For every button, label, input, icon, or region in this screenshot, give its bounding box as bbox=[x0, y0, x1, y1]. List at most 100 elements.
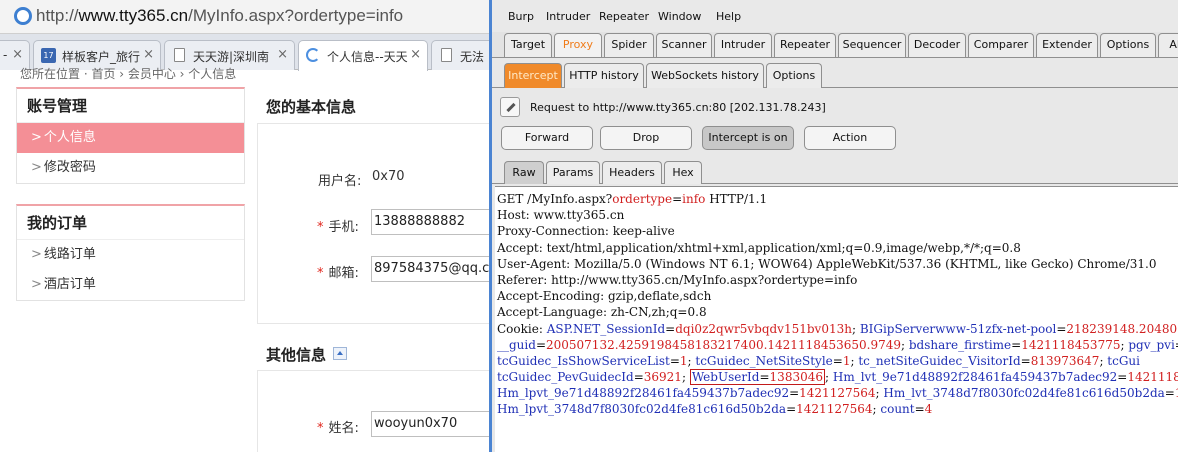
tab-http-history[interactable]: HTTP history bbox=[564, 63, 644, 88]
tab-raw[interactable]: Raw bbox=[504, 161, 544, 184]
cookie-line-4: tcGuidec_PevGuidecId=36921; WebUserId=13… bbox=[497, 369, 1178, 386]
header-cookie: Cookie: ASP.NET_SessionId=dqi0z2qwr5vbqd… bbox=[497, 321, 1178, 336]
sidebar-item-hotel-orders[interactable]: > 酒店订单 bbox=[17, 270, 244, 300]
tab-spider[interactable]: Spider bbox=[604, 33, 654, 57]
name-label: * 姓名: bbox=[317, 417, 359, 436]
browser-tab-4[interactable]: 无法 bbox=[431, 40, 492, 70]
webuserid-highlight: WebUserId=1383046 bbox=[689, 369, 825, 386]
menu-window[interactable]: Window bbox=[658, 10, 701, 23]
tab-label: - bbox=[3, 48, 8, 62]
header-host: Host: www.tty365.cn bbox=[497, 208, 625, 223]
request-line: GET /MyInfo.aspx?ordertype=info HTTP/1.1 bbox=[497, 192, 768, 206]
sidebar-item-label: 个人信息 bbox=[43, 130, 96, 145]
required-mark: * bbox=[317, 266, 324, 281]
header-proxy-connection: Proxy-Connection: keep-alive bbox=[497, 224, 675, 239]
message-view-tab-bar: Raw Params Headers Hex bbox=[492, 160, 1178, 184]
drop-button[interactable]: Drop bbox=[600, 126, 692, 150]
tab-repeater[interactable]: Repeater bbox=[774, 33, 836, 57]
sidebar-item-personal-info[interactable]: > 个人信息 bbox=[17, 123, 244, 153]
tab-alerts[interactable]: Ale bbox=[1158, 33, 1178, 57]
name-label-text: 姓名: bbox=[328, 421, 359, 436]
browser-window: http://www.tty365.cn/MyInfo.aspx?orderty… bbox=[0, 0, 492, 452]
forward-button[interactable]: Forward bbox=[501, 126, 593, 150]
sidebar-item-label: 线路订单 bbox=[43, 247, 96, 262]
page-content: 您所在位置 · 首页 › 会员中心 › 个人信息 账号管理 > 个人信息 > 修改密… bbox=[0, 67, 492, 452]
chevron-right-icon: > bbox=[31, 160, 42, 175]
pencil-icon[interactable] bbox=[500, 97, 520, 117]
tab-options[interactable]: Options bbox=[1100, 33, 1156, 57]
badge-icon: 17 bbox=[41, 48, 56, 63]
tab-label: 天天游|深圳南 bbox=[193, 50, 270, 64]
url-path: /MyInfo.aspx?ordertype=info bbox=[188, 6, 404, 25]
address-bar[interactable]: http://www.tty365.cn/MyInfo.aspx?orderty… bbox=[0, 0, 492, 34]
close-icon[interactable]: × bbox=[410, 47, 421, 62]
tab-scanner[interactable]: Scanner bbox=[656, 33, 712, 57]
header-referer: Referer: http://www.tty365.cn/MyInfo.asp… bbox=[497, 272, 858, 287]
close-icon[interactable]: × bbox=[12, 47, 23, 62]
tab-headers[interactable]: Headers bbox=[602, 161, 662, 184]
close-icon[interactable]: × bbox=[143, 47, 154, 62]
tab-intercept[interactable]: Intercept bbox=[504, 63, 562, 88]
tab-label: 样板客户_旅行 bbox=[62, 50, 141, 64]
phone-input[interactable]: 13888888882 bbox=[371, 209, 492, 235]
tab-decoder[interactable]: Decoder bbox=[908, 33, 966, 57]
account-box: 账号管理 > 个人信息 > 修改密码 bbox=[16, 87, 245, 184]
sidebar-item-change-password[interactable]: > 修改密码 bbox=[17, 153, 244, 183]
tab-proxy-options[interactable]: Options bbox=[766, 63, 822, 88]
required-mark: * bbox=[317, 421, 324, 436]
other-info-title: 其他信息 bbox=[266, 346, 327, 364]
menu-intruder[interactable]: Intruder bbox=[546, 10, 590, 23]
page-icon bbox=[174, 48, 185, 62]
url-scheme: http:// bbox=[36, 6, 79, 25]
action-button[interactable]: Action bbox=[804, 126, 896, 150]
cookie-line-5: Hm_lpvt_9e71d48892f28461fa459437b7adec92… bbox=[497, 386, 1178, 401]
chevron-right-icon: > bbox=[31, 277, 42, 292]
close-icon[interactable]: × bbox=[277, 47, 288, 62]
username-value: 0x70 bbox=[372, 169, 405, 184]
tab-sequencer[interactable]: Sequencer bbox=[838, 33, 906, 57]
tab-intruder[interactable]: Intruder bbox=[714, 33, 772, 57]
orders-box-title: 我的订单 bbox=[17, 206, 244, 240]
menu-repeater[interactable]: Repeater bbox=[599, 10, 649, 23]
tab-extender[interactable]: Extender bbox=[1036, 33, 1098, 57]
email-label-text: 邮箱: bbox=[328, 266, 359, 281]
phone-label-text: 手机: bbox=[328, 220, 359, 235]
tab-label: 无法 bbox=[460, 50, 485, 64]
cookie-line-6: Hm_lpvt_3748d7f8030fc02d4fe81c616d50b2da… bbox=[497, 402, 933, 417]
menu-help[interactable]: Help bbox=[716, 10, 741, 23]
basic-info-title: 您的基本信息 bbox=[266, 98, 357, 116]
url-host: www.tty365.cn bbox=[78, 6, 189, 25]
tab-comparer[interactable]: Comparer bbox=[968, 33, 1034, 57]
phone-label: * 手机: bbox=[317, 216, 359, 235]
request-target-label: Request to http://www.tty365.cn:80 [202.… bbox=[530, 101, 826, 114]
address-url[interactable]: http://www.tty365.cn/MyInfo.aspx?orderty… bbox=[36, 6, 403, 26]
breadcrumb: 您所在位置 · 首页 › 会员中心 › 个人信息 bbox=[20, 67, 237, 81]
chevron-right-icon: > bbox=[31, 247, 42, 262]
username-label: 用户名: bbox=[318, 174, 362, 189]
header-user-agent: User-Agent: Mozilla/5.0 (Windows NT 6.1;… bbox=[497, 256, 1157, 271]
page-icon bbox=[441, 48, 452, 62]
required-mark: * bbox=[317, 220, 324, 235]
chevron-right-icon: > bbox=[31, 130, 42, 145]
main-tab-bar: Target Proxy Spider Scanner Intruder Rep… bbox=[492, 32, 1178, 58]
email-input[interactable]: 897584375@qq.com bbox=[371, 256, 492, 282]
name-input[interactable]: wooyun0x70 bbox=[371, 411, 492, 437]
sidebar-item-label: 修改密码 bbox=[43, 160, 96, 175]
header-accept: Accept: text/html,application/xhtml+xml,… bbox=[497, 240, 1021, 255]
orders-box: 我的订单 > 线路订单 > 酒店订单 bbox=[16, 204, 245, 301]
header-accept-encoding: Accept-Encoding: gzip,deflate,sdch bbox=[497, 289, 712, 304]
tab-proxy[interactable]: Proxy bbox=[554, 33, 602, 57]
tab-label: 个人信息--天天 bbox=[327, 50, 408, 64]
intercept-toggle-button[interactable]: Intercept is on bbox=[702, 126, 794, 150]
sidebar-item-tour-orders[interactable]: > 线路订单 bbox=[17, 240, 244, 270]
tab-params[interactable]: Params bbox=[546, 161, 600, 184]
menu-burp[interactable]: Burp bbox=[508, 10, 534, 23]
browser-tab-3[interactable]: 个人信息--天天 × bbox=[298, 40, 428, 71]
raw-request-editor[interactable]: GET /MyInfo.aspx?ordertype=info HTTP/1.1… bbox=[495, 186, 1178, 452]
tab-websockets-history[interactable]: WebSockets history bbox=[646, 63, 764, 88]
tab-target[interactable]: Target bbox=[504, 33, 552, 57]
cookie-line-3: tcGuidec_IsShowServiceList=1; tcGuidec_N… bbox=[497, 353, 1140, 368]
globe-icon bbox=[14, 7, 32, 25]
collapse-up-icon[interactable] bbox=[333, 347, 347, 360]
tab-hex[interactable]: Hex bbox=[664, 161, 702, 184]
